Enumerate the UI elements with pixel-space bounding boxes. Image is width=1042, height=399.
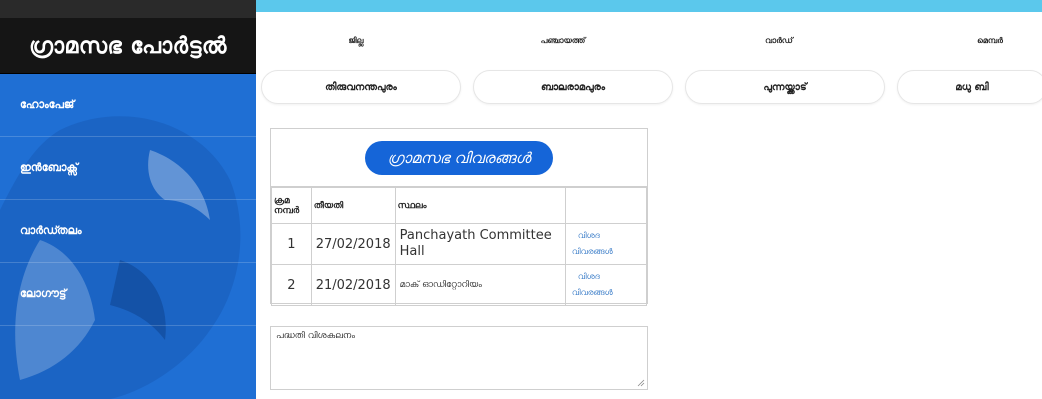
sidebar-item-label: ഹോംപേജ് xyxy=(20,98,75,111)
portal-brand: ഗ്രാമസഭ പോർട്ടൽ xyxy=(0,18,256,74)
row-serial: 2 xyxy=(271,264,312,306)
resize-grip-icon[interactable] xyxy=(637,379,645,387)
row-date: 27/02/2018 xyxy=(310,223,396,265)
member-value: മധു ബി xyxy=(897,70,1042,104)
column-header-date: തീയതി xyxy=(310,187,396,224)
table-row: 1 27/02/2018 Panchayath Committee Hall വ… xyxy=(271,223,648,265)
member-label: മെമ്പർ xyxy=(977,36,1003,45)
district-value: തിരുവനന്തപുരം xyxy=(261,70,461,104)
sidebar-item-label: ലോഗൗട്ട് xyxy=(20,287,67,300)
district-label: ജില്ല xyxy=(348,36,364,45)
panchayat-label: പഞ്ചായത്ത് xyxy=(540,36,586,45)
column-header-place: സ്ഥലം xyxy=(394,187,566,224)
row-place: Panchayath Committee Hall xyxy=(394,223,566,265)
column-header-serial: ക്രമ നമ്പർ xyxy=(271,187,312,224)
emblem-strip xyxy=(0,0,256,18)
details-link-line1: വിശദ xyxy=(577,272,600,281)
gramasabha-card: ഗ്രാമസഭ വിവരങ്ങൾ ക്രമ നമ്പർ തീയതി സ്ഥലം … xyxy=(270,128,648,306)
gramasabha-details-button[interactable]: ഗ്രാമസഭ വിവരങ്ങൾ xyxy=(365,140,553,175)
plan-analysis-textarea[interactable]: പദ്ധതി വിശകലനം xyxy=(270,326,648,390)
row-place-text: മാക് ഓഡിറ്റോറിയം xyxy=(399,280,482,290)
ward-label: വാർഡ് xyxy=(765,36,793,45)
row-place-text: Panchayath Committee Hall xyxy=(399,228,552,259)
row-serial: 1 xyxy=(271,223,312,265)
sidebar-item-inbox[interactable]: ഇൻബോക്സ് xyxy=(0,137,256,200)
sidebar-item-label: ഇൻബോക്സ് xyxy=(20,161,78,174)
details-link[interactable]: വിശദ വിവരങ്ങൾ xyxy=(570,228,642,260)
details-link-line2: വിവരങ്ങൾ xyxy=(571,247,613,256)
row-place: മാക് ഓഡിറ്റോറിയം xyxy=(394,264,566,306)
sidebar-item-ward-level[interactable]: വാർഡ്തലം xyxy=(0,200,256,263)
panchayat-value: ബാലരാമപുരം xyxy=(473,70,673,104)
ward-value: പുന്നയ്ക്കാട് xyxy=(685,70,885,104)
top-bar xyxy=(256,0,1042,12)
textarea-placeholder: പദ്ധതി വിശകലനം xyxy=(276,331,356,341)
column-header-action xyxy=(564,187,648,224)
sidebar-item-home[interactable]: ഹോംപേജ് xyxy=(0,74,256,137)
row-date: 21/02/2018 xyxy=(310,264,396,306)
table-header-row: ക്രമ നമ്പർ തീയതി സ്ഥലം xyxy=(271,187,648,224)
row-details-cell: വിശദ വിവരങ്ങൾ xyxy=(564,264,648,306)
gramasabha-table: ക്രമ നമ്പർ തീയതി സ്ഥലം 1 27/02/2018 Panc… xyxy=(271,187,648,306)
details-link[interactable]: വിശദ വിവരങ്ങൾ xyxy=(570,269,642,301)
card-header: ഗ്രാമസഭ വിവരങ്ങൾ xyxy=(271,129,647,187)
details-link-line1: വിശദ xyxy=(577,231,600,240)
details-link-line2: വിവരങ്ങൾ xyxy=(571,288,613,297)
sidebar-item-label: വാർഡ്തലം xyxy=(20,224,82,237)
table-row: 2 21/02/2018 മാക് ഓഡിറ്റോറിയം വിശദ വിവരങ്… xyxy=(271,264,648,306)
row-details-cell: വിശദ വിവരങ്ങൾ xyxy=(564,223,648,265)
sidebar-item-logout[interactable]: ലോഗൗട്ട് xyxy=(0,263,256,326)
sidebar-nav: ഹോംപേജ് ഇൻബോക്സ് വാർഡ്തലം ലോഗൗട്ട് xyxy=(0,74,256,326)
sidebar: ഗ്രാമസഭ പോർട്ടൽ ഹോംപേജ് ഇൻബോക്സ് വാർഡ്തല… xyxy=(0,0,256,399)
portal-title: ഗ്രാമസഭ പോർട്ടൽ xyxy=(29,32,227,59)
